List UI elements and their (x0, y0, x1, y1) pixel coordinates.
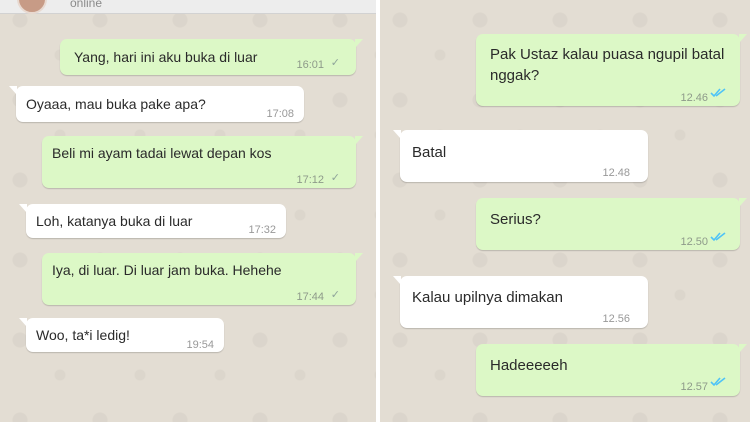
message-bubble-incoming[interactable]: Loh, katanya buka di luar 17:32 (19, 204, 286, 238)
message-text: Oyaaa, mau buka pake apa? (26, 96, 206, 112)
message-time: 12.46 (680, 92, 708, 104)
message-text: Batal (412, 144, 447, 161)
sent-check-icon: ✓ (330, 172, 340, 184)
message-text: Serius? (490, 211, 541, 228)
message-text: Loh, katanya buka di luar (36, 213, 193, 229)
message-time: 16:01 (296, 59, 324, 71)
contact-status: online (70, 0, 103, 10)
message-time: 12.48 (602, 167, 630, 179)
read-double-check-icon (710, 232, 726, 242)
message-time: 17:44 (296, 291, 324, 303)
message-bubble-outgoing[interactable]: Serius? 12.50 (476, 198, 747, 250)
message-bubble-outgoing[interactable]: Yang, hari ini aku buka di luar 16:01 ✓ (60, 39, 363, 75)
message-text: Woo, ta*i ledig! (36, 327, 130, 343)
message-bubble-incoming[interactable]: Woo, ta*i ledig! 19:54 (19, 318, 224, 352)
message-text: Kalau upilnya dimakan (412, 289, 563, 306)
message-time: 12.50 (680, 236, 708, 248)
message-bubble-incoming[interactable]: Kalau upilnya dimakan 12.56 (393, 276, 648, 328)
message-time: 12.57 (680, 381, 708, 393)
message-time: 19:54 (186, 339, 214, 351)
read-double-check-icon (710, 88, 726, 98)
message-text: Yang, hari ini aku buka di luar (74, 49, 258, 65)
avatar[interactable] (17, 0, 47, 14)
message-bubble-incoming[interactable]: Batal 12.48 (393, 130, 648, 182)
message-time: 17:32 (248, 224, 276, 236)
message-time: 12.56 (602, 313, 630, 325)
message-text: Beli mi ayam tadai lewat depan kos (52, 145, 272, 161)
message-bubble-outgoing[interactable]: Hadeeeeeh 12.57 (476, 344, 747, 396)
message-text: Hadeeeeeh (490, 357, 568, 374)
sent-check-icon: ✓ (330, 57, 340, 69)
message-bubble-incoming[interactable]: Oyaaa, mau buka pake apa? 17:08 (9, 86, 304, 122)
sent-check-icon: ✓ (330, 289, 340, 301)
message-time: 17:08 (266, 108, 294, 120)
left-chat-panel: online Yang, hari ini aku buka di luar 1… (0, 0, 376, 422)
read-double-check-icon (710, 377, 726, 387)
message-time: 17:12 (296, 174, 324, 186)
message-text: Pak Ustaz kalau puasa ngupil batal nggak… (490, 46, 725, 84)
message-bubble-outgoing[interactable]: Beli mi ayam tadai lewat depan kos 17:12… (42, 136, 363, 188)
chat-header: online (0, 0, 376, 14)
message-bubble-outgoing[interactable]: Pak Ustaz kalau puasa ngupil batal nggak… (476, 34, 747, 106)
message-bubble-outgoing[interactable]: Iya, di luar. Di luar jam buka. Hehehe 1… (42, 253, 363, 305)
message-text: Iya, di luar. Di luar jam buka. Hehehe (52, 262, 282, 278)
right-chat-panel: Pak Ustaz kalau puasa ngupil batal nggak… (380, 0, 750, 422)
